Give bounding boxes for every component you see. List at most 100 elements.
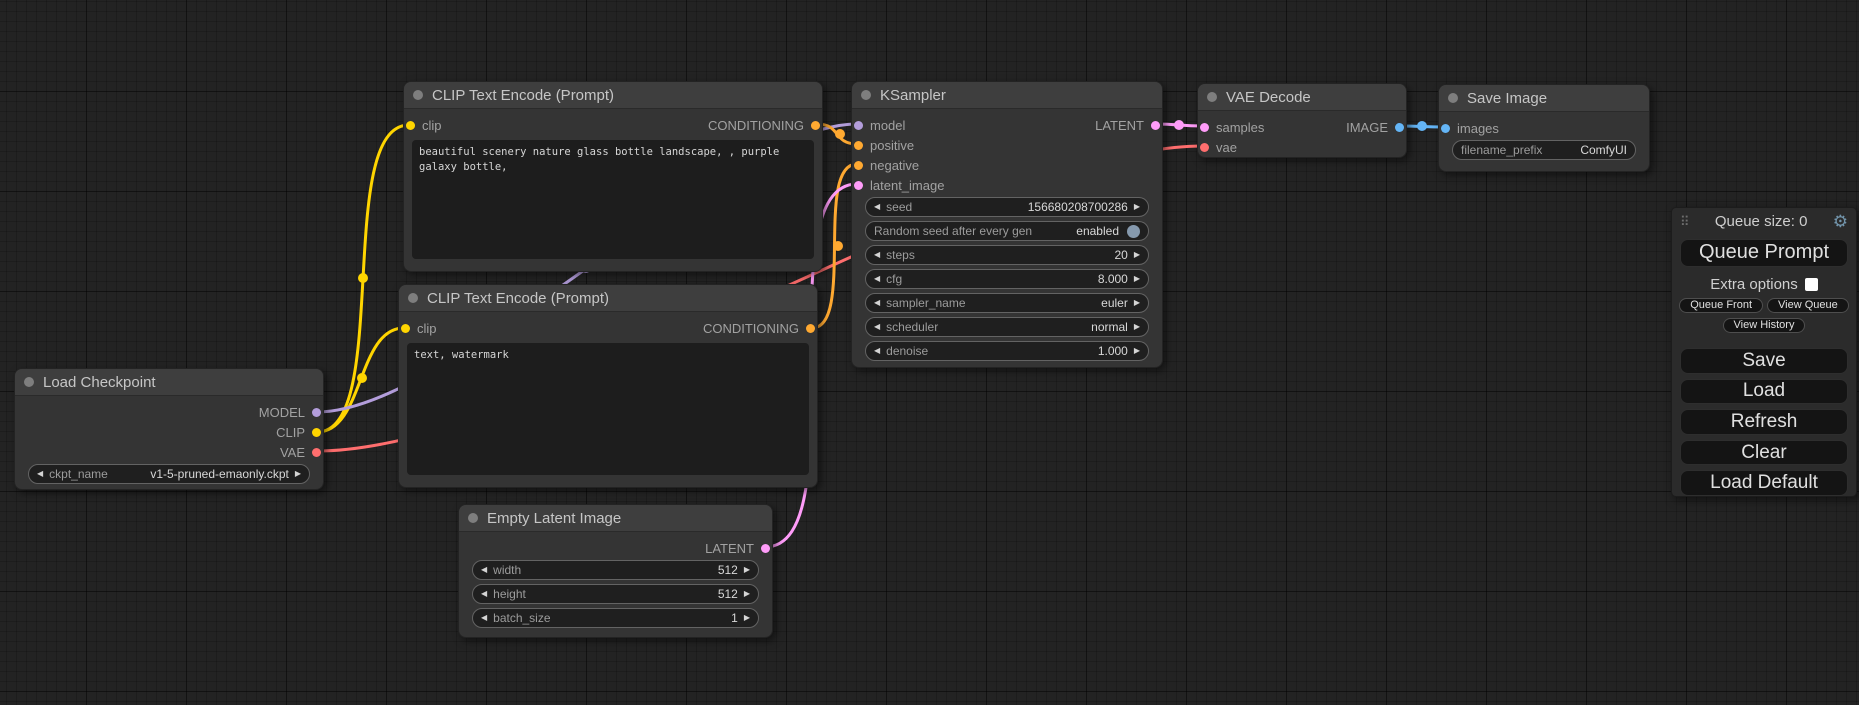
slot-dot-icon[interactable] (312, 448, 321, 457)
widget-seed[interactable]: ◀seed156680208700286▶ (865, 197, 1149, 217)
widget-sampler-name[interactable]: ◀sampler_nameeuler▶ (865, 293, 1149, 313)
input-slot-positive[interactable]: positive (854, 136, 914, 154)
widget-left-arrow-icon[interactable]: ◀ (874, 323, 880, 331)
node-empty-latent-image[interactable]: Empty Latent Image LATENT ◀width512▶ ◀heigh… (458, 504, 773, 638)
toggle-dot-icon[interactable] (1127, 225, 1140, 238)
load-default-button[interactable]: Load Default (1680, 470, 1848, 496)
widget-random-seed-after-every-gen[interactable]: Random seed after every genenabled (865, 221, 1149, 241)
node-load-checkpoint[interactable]: Load Checkpoint MODEL CLIP VAE ◀ckpt_namev1-… (14, 368, 324, 490)
input-slot-vae[interactable]: vae (1200, 138, 1237, 156)
output-slot-CLIP[interactable]: CLIP (276, 423, 321, 441)
node-title-bar[interactable]: Save Image (1439, 85, 1649, 112)
refresh-button[interactable]: Refresh (1680, 409, 1848, 435)
widget-steps[interactable]: ◀steps20▶ (865, 245, 1149, 265)
node-title-bar[interactable]: VAE Decode (1198, 84, 1406, 111)
node-title-bar[interactable]: Empty Latent Image (459, 505, 772, 532)
node-vae-decode[interactable]: VAE Decode samples vae IMAGE (1197, 83, 1407, 158)
widget-left-arrow-icon[interactable]: ◀ (481, 590, 487, 598)
widget-left-arrow-icon[interactable]: ◀ (874, 299, 880, 307)
widget-label: sampler_name (886, 296, 965, 310)
slot-dot-icon[interactable] (312, 428, 321, 437)
widget-right-arrow-icon[interactable]: ▶ (1134, 275, 1140, 283)
widget-scheduler[interactable]: ◀schedulernormal▶ (865, 317, 1149, 337)
slot-dot-icon[interactable] (854, 181, 863, 190)
output-slot-LATENT[interactable]: LATENT (705, 539, 770, 557)
queue-prompt-button[interactable]: Queue Prompt (1680, 239, 1848, 268)
load-button[interactable]: Load (1680, 379, 1848, 405)
input-slot-samples[interactable]: samples (1200, 118, 1264, 136)
slot-dot-icon[interactable] (854, 161, 863, 170)
node-save-image[interactable]: Save Image images filename_prefixComfyUI (1438, 84, 1650, 172)
widget-right-arrow-icon[interactable]: ▶ (744, 614, 750, 622)
widget-right-arrow-icon[interactable]: ▶ (295, 470, 301, 478)
slot-dot-icon[interactable] (1151, 121, 1160, 130)
save-button[interactable]: Save (1680, 348, 1848, 374)
widget-right-arrow-icon[interactable]: ▶ (744, 566, 750, 574)
menu-header: ⠿ Queue size: 0 ⚙ (1672, 208, 1856, 234)
widget-left-arrow-icon[interactable]: ◀ (481, 614, 487, 622)
node-title-bar[interactable]: KSampler (852, 82, 1162, 109)
node-ksampler[interactable]: KSampler model positive negative latent_imag… (851, 81, 1163, 368)
widget-right-arrow-icon[interactable]: ▶ (1134, 347, 1140, 355)
widget-left-arrow-icon[interactable]: ◀ (37, 470, 43, 478)
widget-right-arrow-icon[interactable]: ▶ (1134, 203, 1140, 211)
node-clip-text-encode-positive[interactable]: CLIP Text Encode (Prompt) clip CONDITIONIN… (403, 81, 823, 272)
node-title-bar[interactable]: CLIP Text Encode (Prompt) (404, 82, 822, 109)
prompt-textarea[interactable]: beautiful scenery nature glass bottle la… (412, 140, 814, 259)
slot-dot-icon[interactable] (1200, 123, 1209, 132)
node-status-dot-icon (408, 293, 418, 303)
widget-right-arrow-icon[interactable]: ▶ (1134, 299, 1140, 307)
slot-dot-icon[interactable] (806, 324, 815, 333)
widget-right-arrow-icon[interactable]: ▶ (744, 590, 750, 598)
queue-front-button[interactable]: Queue Front (1679, 298, 1763, 313)
widget-ckpt-name[interactable]: ◀ckpt_namev1-5-pruned-emaonly.ckpt▶ (28, 464, 310, 484)
widget-denoise[interactable]: ◀denoise1.000▶ (865, 341, 1149, 361)
widget-batch-size[interactable]: ◀batch_size1▶ (472, 608, 759, 628)
widget-left-arrow-icon[interactable]: ◀ (481, 566, 487, 574)
clear-button[interactable]: Clear (1680, 440, 1848, 466)
widget-left-arrow-icon[interactable]: ◀ (874, 275, 880, 283)
slot-dot-icon[interactable] (401, 324, 410, 333)
slot-dot-icon[interactable] (761, 544, 770, 553)
input-slot-clip[interactable]: clip (406, 116, 442, 134)
graph-canvas[interactable]: Load Checkpoint MODEL CLIP VAE ◀ckpt_namev1-… (0, 0, 1859, 705)
view-history-button[interactable]: View History (1723, 318, 1806, 333)
output-slot-CONDITIONING[interactable]: CONDITIONING (703, 319, 815, 337)
output-slot-MODEL[interactable]: MODEL (259, 403, 321, 421)
slot-dot-icon[interactable] (854, 121, 863, 130)
slot-dot-icon[interactable] (854, 141, 863, 150)
view-queue-button[interactable]: View Queue (1767, 298, 1849, 313)
drag-handle-icon[interactable]: ⠿ (1680, 215, 1690, 228)
node-clip-text-encode-negative[interactable]: CLIP Text Encode (Prompt) clip CONDITIONIN… (398, 284, 818, 488)
widget-left-arrow-icon[interactable]: ◀ (874, 347, 880, 355)
output-slot-VAE[interactable]: VAE (280, 443, 321, 461)
slot-dot-icon[interactable] (1441, 124, 1450, 133)
settings-gear-icon[interactable]: ⚙ (1833, 213, 1848, 230)
queue-size-label: Queue size: 0 (1690, 213, 1833, 230)
input-slot-model[interactable]: model (854, 116, 905, 134)
slot-dot-icon[interactable] (1395, 123, 1404, 132)
slot-dot-icon[interactable] (811, 121, 820, 130)
input-slot-clip[interactable]: clip (401, 319, 437, 337)
slot-dot-icon[interactable] (312, 408, 321, 417)
output-slot-IMAGE[interactable]: IMAGE (1346, 118, 1404, 136)
widget-width[interactable]: ◀width512▶ (472, 560, 759, 580)
output-slot-LATENT[interactable]: LATENT (1095, 116, 1160, 134)
widget-filename-prefix[interactable]: filename_prefixComfyUI (1452, 140, 1636, 160)
widget-right-arrow-icon[interactable]: ▶ (1134, 251, 1140, 259)
widget-height[interactable]: ◀height512▶ (472, 584, 759, 604)
input-slot-images[interactable]: images (1441, 119, 1499, 137)
slot-dot-icon[interactable] (1200, 143, 1209, 152)
widget-left-arrow-icon[interactable]: ◀ (874, 251, 880, 259)
input-slot-latent_image[interactable]: latent_image (854, 176, 944, 194)
output-slot-CONDITIONING[interactable]: CONDITIONING (708, 116, 820, 134)
node-title-bar[interactable]: Load Checkpoint (15, 369, 323, 396)
widget-cfg[interactable]: ◀cfg8.000▶ (865, 269, 1149, 289)
slot-dot-icon[interactable] (406, 121, 415, 130)
prompt-textarea[interactable]: text, watermark (407, 343, 809, 475)
widget-right-arrow-icon[interactable]: ▶ (1134, 323, 1140, 331)
widget-left-arrow-icon[interactable]: ◀ (874, 203, 880, 211)
node-title-bar[interactable]: CLIP Text Encode (Prompt) (399, 285, 817, 312)
extra-options-checkbox[interactable] (1805, 278, 1818, 291)
input-slot-negative[interactable]: negative (854, 156, 919, 174)
